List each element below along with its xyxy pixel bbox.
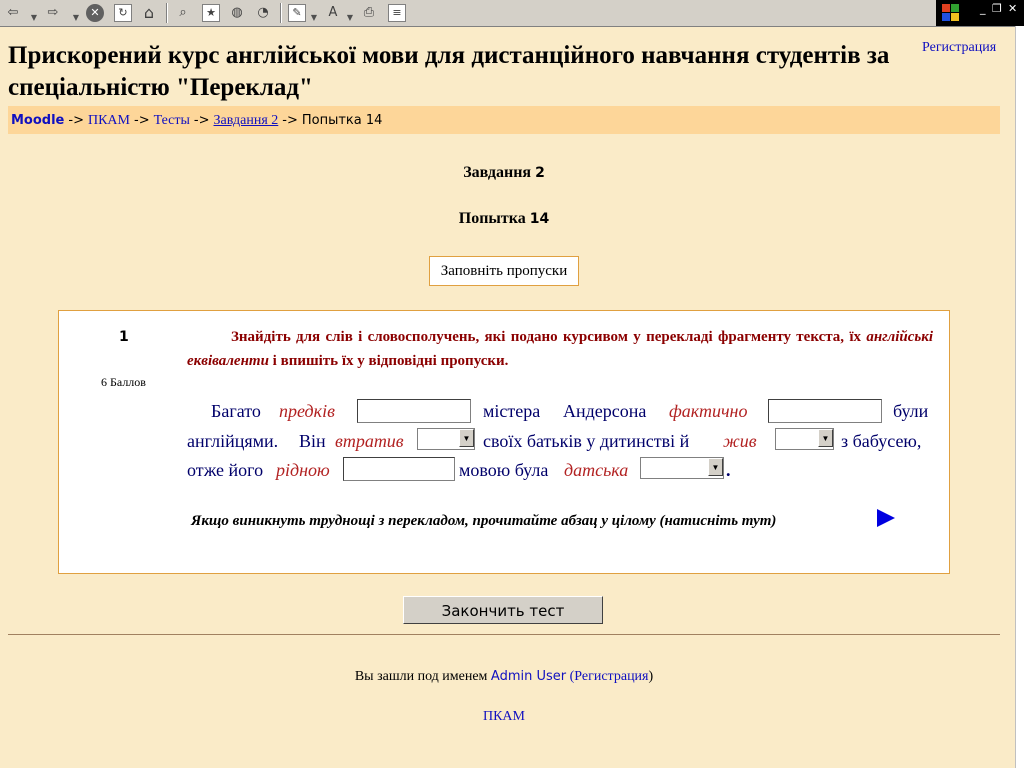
- blank-input-1[interactable]: [357, 399, 471, 423]
- text-word: Він: [299, 431, 326, 451]
- text-phrase: з бабусею,: [841, 431, 922, 451]
- chevron-down-icon[interactable]: ▼: [818, 429, 833, 447]
- breadcrumb-separator: ->: [193, 113, 210, 128]
- quiz-name: Завдання 2: [0, 164, 1008, 182]
- discuss-icon[interactable]: ≡: [388, 4, 406, 22]
- text-word: Багато: [211, 401, 261, 421]
- footer-divider: [8, 634, 1000, 635]
- login-link[interactable]: Регистрация: [922, 40, 996, 56]
- italic-phrase: жив: [723, 431, 757, 451]
- home-icon[interactable]: ⌂: [140, 4, 158, 22]
- page-title: Прискорений курс англійської мови для ди…: [8, 42, 890, 101]
- paren-close: ): [648, 669, 654, 684]
- text-phrase: мовою була: [459, 460, 549, 480]
- italic-phrase: фактично: [669, 401, 748, 421]
- chevron-down-icon[interactable]: ▼: [708, 458, 723, 476]
- text-word: були: [893, 401, 929, 421]
- forward-dropdown-icon[interactable]: ▼: [72, 9, 80, 27]
- breadcrumb-task2[interactable]: Завдання 2: [214, 113, 279, 128]
- breadcrumb: Moodle -> ПКАМ -> Тесты -> Завдання 2 -> Попытка…: [11, 113, 382, 129]
- restore-icon[interactable]: ❐: [992, 2, 1002, 15]
- vertical-scrollbar[interactable]: [1015, 26, 1024, 768]
- breadcrumb-separator: ->: [282, 113, 298, 128]
- user-link[interactable]: Admin User: [491, 669, 566, 684]
- minimize-icon[interactable]: _: [980, 2, 986, 15]
- blank-select-2[interactable]: ▼: [775, 428, 834, 450]
- font-icon[interactable]: A: [324, 4, 342, 22]
- search-icon[interactable]: ⌕: [174, 4, 192, 22]
- hint-text: Якщо виникнуть труднощі з перекладом, пр…: [191, 513, 777, 529]
- italic-phrase: втратив: [335, 431, 404, 451]
- text-word: англійцями.: [187, 431, 279, 451]
- instruction-text: Знайдіть для слів і словосполучень, які …: [231, 329, 867, 345]
- blank-select-1[interactable]: ▼: [417, 428, 475, 450]
- attempt-number: 14: [529, 211, 550, 227]
- back-icon[interactable]: ⇦: [4, 4, 22, 22]
- text-word: містера: [483, 401, 541, 421]
- breadcrumb-tests[interactable]: Тесты: [154, 113, 190, 128]
- blank-input-3[interactable]: [343, 457, 455, 481]
- login-info-text: Вы зашли под именем: [354, 669, 488, 684]
- course-link[interactable]: ПКАМ: [0, 709, 1008, 725]
- media-icon[interactable]: ◔: [254, 4, 272, 22]
- blank-select-3[interactable]: ▼: [640, 457, 724, 479]
- text-period: .: [726, 460, 731, 480]
- edit-dropdown-icon[interactable]: ▼: [310, 9, 318, 27]
- question-instruction: Знайдіть для слів і словосполучень, які …: [187, 325, 933, 373]
- italic-phrase: предків: [279, 401, 335, 421]
- edit-icon[interactable]: ✎: [288, 4, 306, 22]
- question-points: 6 Баллов: [101, 375, 146, 389]
- stop-icon[interactable]: ✕: [86, 4, 104, 22]
- attempt-label: Попытка: [458, 210, 526, 227]
- close-icon[interactable]: ✕: [1008, 2, 1017, 15]
- play-icon[interactable]: [877, 509, 895, 527]
- finish-test-button[interactable]: Закончить тест: [403, 596, 603, 624]
- attempt-heading: Попытка 14: [0, 210, 1008, 228]
- breadcrumb-pkam[interactable]: ПКАМ: [88, 113, 130, 128]
- browser-toolbar: ⇦ ▼ ⇨ ▼ ✕ ↻ ⌂ ⌕ ★ ◍ ◔ ✎ ▼ A ▼ ⎙ ≡ _ ❐ ✕: [0, 0, 1024, 27]
- question-box: 1 6 Баллов Знайдіть для слів і словоспол…: [58, 310, 950, 574]
- history-icon[interactable]: ◍: [228, 4, 246, 22]
- forward-icon[interactable]: ⇨: [44, 4, 62, 22]
- text-word: Андерсона: [563, 401, 647, 421]
- back-dropdown-icon[interactable]: ▼: [30, 9, 38, 27]
- windows-logo-icon: [942, 4, 960, 22]
- refresh-icon[interactable]: ↻: [114, 4, 132, 22]
- login-info: Вы зашли под именем Admin User (Регистра…: [0, 669, 1008, 685]
- quiz-name-number: 2: [535, 165, 545, 181]
- window-controls: _ ❐ ✕: [936, 0, 1024, 26]
- favorites-icon[interactable]: ★: [202, 4, 220, 22]
- chevron-down-icon[interactable]: ▼: [459, 429, 474, 447]
- blank-input-2[interactable]: [768, 399, 882, 423]
- breadcrumb-moodle[interactable]: Moodle: [11, 113, 64, 128]
- print-icon[interactable]: ⎙: [360, 4, 378, 22]
- quiz-name-label: Завдання: [463, 164, 532, 181]
- navbar: Moodle -> ПКАМ -> Тесты -> Завдання 2 -> Попытка…: [8, 106, 1000, 134]
- breadcrumb-separator: ->: [68, 113, 84, 128]
- font-dropdown-icon[interactable]: ▼: [346, 9, 354, 27]
- question-number: 1: [119, 329, 129, 345]
- instruction-text-end: і впишіть їх у відповідні пропуски.: [268, 353, 509, 369]
- logout-link[interactable]: Регистрация: [574, 669, 648, 684]
- text-phrase: отже його: [187, 460, 264, 480]
- quiz-description: Заповніть пропуски: [429, 256, 579, 286]
- italic-phrase: датська: [564, 460, 629, 480]
- italic-phrase: рідною: [276, 460, 330, 480]
- breadcrumb-current: Попытка 14: [301, 113, 383, 128]
- breadcrumb-separator: ->: [134, 113, 150, 128]
- text-phrase: своїх батьків у дитинстві й: [483, 431, 690, 451]
